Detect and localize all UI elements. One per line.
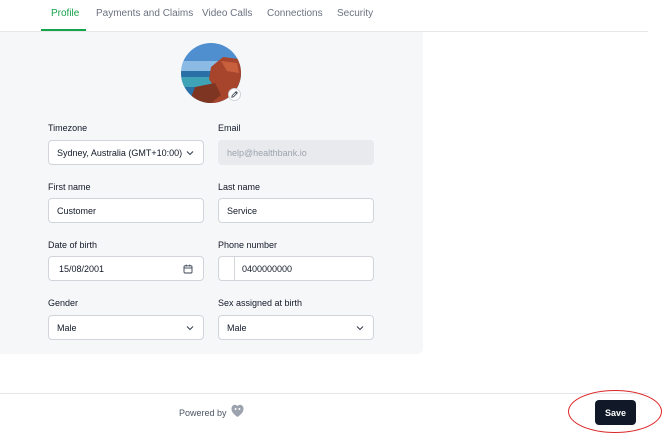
footer-divider — [0, 393, 648, 394]
timezone-label: Timezone — [48, 123, 88, 133]
gender-select[interactable]: Male — [48, 315, 204, 340]
date-of-birth-label: Date of birth — [48, 240, 98, 250]
tab-payments-and-claims[interactable]: Payments and Claims — [96, 8, 193, 19]
calendar-icon[interactable] — [183, 264, 193, 274]
gender-label: Gender — [48, 298, 79, 308]
email-value: help@healthbank.io — [227, 148, 307, 158]
active-tab-indicator — [41, 29, 86, 31]
pencil-icon — [231, 91, 238, 98]
tab-profile[interactable]: Profile — [51, 8, 79, 19]
heart-logo-icon — [231, 404, 244, 417]
last-name-field[interactable]: Service — [218, 198, 374, 223]
chevron-down-icon — [186, 326, 194, 331]
phone-number-value: 0400000000 — [242, 264, 293, 274]
tab-connections[interactable]: Connections — [267, 8, 323, 19]
last-name-value: Service — [227, 206, 258, 216]
sex-assigned-at-birth-value: Male — [227, 323, 247, 333]
sex-assigned-at-birth-select[interactable]: Male — [218, 315, 374, 340]
gender-value: Male — [57, 323, 77, 333]
email-label: Email — [218, 123, 241, 133]
powered-by-text: Powered by — [179, 408, 227, 418]
timezone-select[interactable]: Sydney, Australia (GMT+10:00) — [48, 140, 204, 165]
tab-bar: Profile Payments and Claims Video Calls … — [0, 0, 648, 32]
first-name-label: First name — [48, 182, 91, 192]
chevron-down-icon — [186, 151, 194, 156]
timezone-value: Sydney, Australia (GMT+10:00) — [57, 148, 183, 158]
phone-number-label: Phone number — [218, 240, 278, 250]
first-name-field[interactable]: Customer — [48, 198, 204, 223]
save-button[interactable]: Save — [595, 400, 636, 425]
tab-security[interactable]: Security — [337, 8, 373, 19]
last-name-label: Last name — [218, 182, 261, 192]
phone-country-prefix[interactable] — [219, 257, 235, 280]
tab-video-calls[interactable]: Video Calls — [202, 8, 252, 19]
phone-number-field[interactable]: 0400000000 — [218, 256, 374, 281]
date-of-birth-value: 15/08/2001 — [59, 264, 105, 274]
chevron-down-icon — [356, 326, 364, 331]
sex-assigned-at-birth-label: Sex assigned at birth — [218, 298, 303, 308]
first-name-value: Customer — [57, 206, 97, 216]
email-field: help@healthbank.io — [218, 140, 374, 165]
edit-avatar-button[interactable] — [228, 88, 241, 101]
date-of-birth-field[interactable]: 15/08/2001 — [48, 256, 204, 281]
